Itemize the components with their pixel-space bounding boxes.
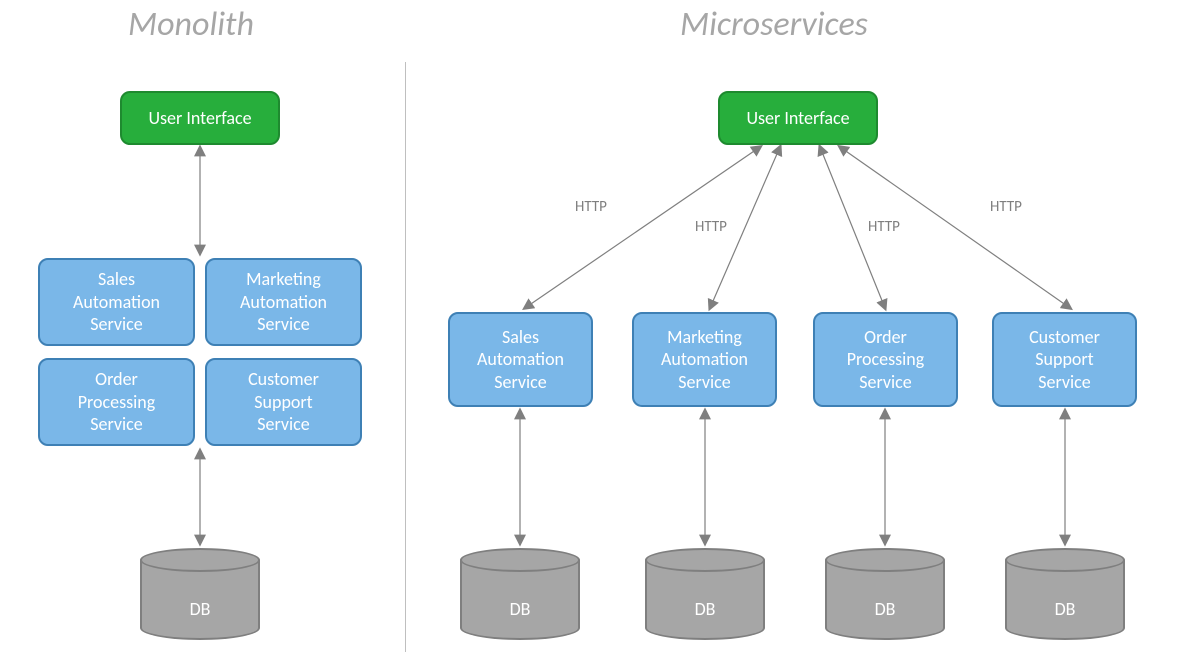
http-label-2: HTTP <box>695 218 727 236</box>
http-label-3: HTTP <box>868 218 900 236</box>
monolith-ui-box: User Interface <box>120 91 280 145</box>
monolith-db-label: DB <box>140 598 260 620</box>
micro-ui-box: User Interface <box>718 91 878 145</box>
title-microservices: Microservices <box>680 4 868 45</box>
micro-db-1-label: DB <box>460 598 580 620</box>
micro-marketing-service: MarketingAutomationService <box>632 312 777 407</box>
http-label-1: HTTP <box>575 198 607 216</box>
micro-order-service: OrderProcessingService <box>813 312 958 407</box>
monolith-db: DB <box>140 548 260 640</box>
micro-db-1: DB <box>460 548 580 640</box>
micro-db-4: DB <box>1005 548 1125 640</box>
micro-sales-service: SalesAutomationService <box>448 312 593 407</box>
monolith-order-service: OrderProcessingService <box>38 358 195 446</box>
micro-db-3: DB <box>825 548 945 640</box>
monolith-sales-service: SalesAutomationService <box>38 258 195 346</box>
micro-db-4-label: DB <box>1005 598 1125 620</box>
micro-db-3-label: DB <box>825 598 945 620</box>
monolith-support-service: CustomerSupportService <box>205 358 362 446</box>
title-monolith: Monolith <box>128 4 254 45</box>
micro-db-2: DB <box>645 548 765 640</box>
micro-support-service: CustomerSupportService <box>992 312 1137 407</box>
http-label-4: HTTP <box>990 198 1022 216</box>
monolith-marketing-service: MarketingAutomationService <box>205 258 362 346</box>
micro-db-2-label: DB <box>645 598 765 620</box>
vertical-divider <box>405 62 406 652</box>
